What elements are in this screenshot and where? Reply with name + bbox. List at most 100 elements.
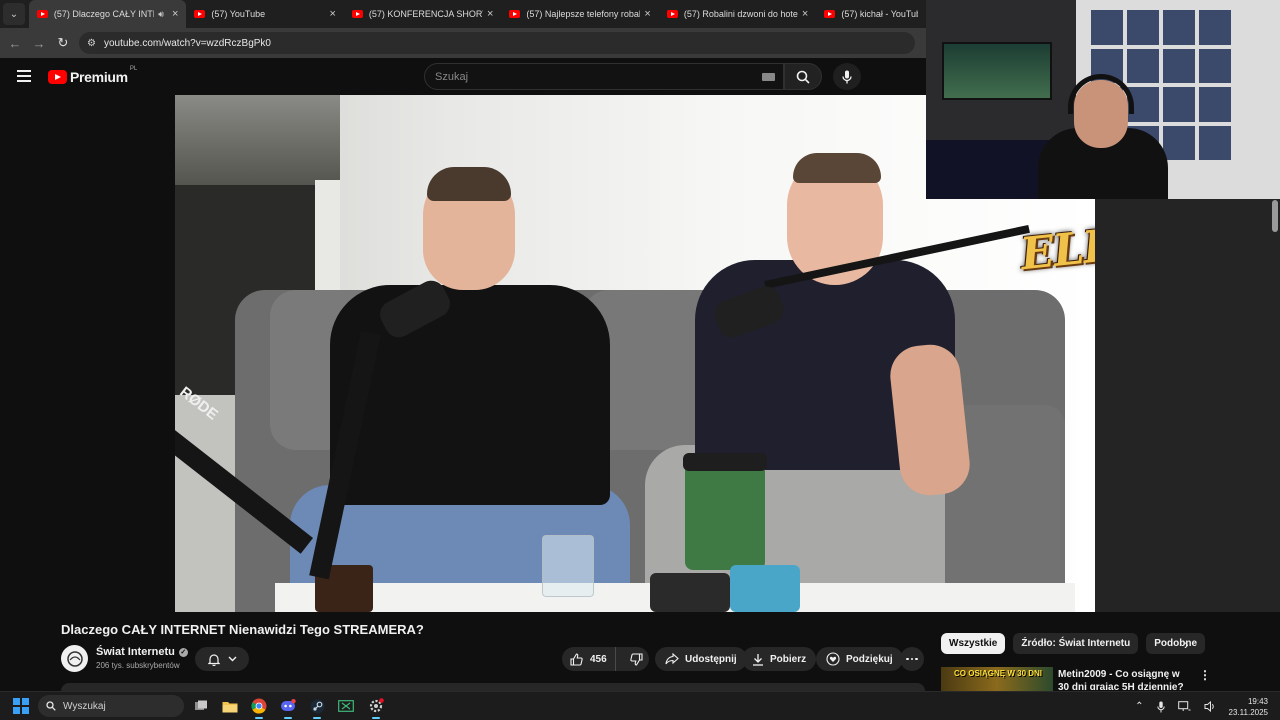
chip-related[interactable]: Podobne [1146, 633, 1206, 654]
search-button[interactable] [784, 63, 822, 90]
discord-icon[interactable] [278, 696, 298, 719]
download-label: Pobierz [770, 653, 807, 665]
folder-icon [222, 701, 238, 712]
tab-title: (57) KONFERENCJA SHORT PRI [368, 9, 483, 19]
sidebar-background [1095, 199, 1280, 612]
video-jar-blue [730, 565, 800, 612]
video-jar-dark [650, 573, 730, 612]
browser-tab-6[interactable]: (57) kichał - YouTube [816, 0, 926, 28]
keyboard-icon[interactable] [762, 72, 775, 81]
youtube-favicon-icon [36, 10, 48, 18]
tab-title: (57) YouTube [211, 9, 266, 19]
share-button[interactable]: Udostępnij [655, 647, 747, 671]
thumbs-up-icon [570, 652, 583, 666]
subscription-bell-button[interactable] [195, 647, 249, 671]
browser-tab-strip: ⌄ (57) Dlaczego CAŁY INTERN 🔊︎ × (57) Yo… [0, 0, 926, 28]
youtube-favicon-icon [509, 10, 521, 18]
video-jar-lid [683, 453, 767, 471]
url-field[interactable]: ⚙︎ youtube.com/watch?v=wzdRczBgPk0 [79, 32, 915, 54]
tab-title: (57) Najlepsze telefony robalina [526, 9, 641, 19]
search-input[interactable]: Szukaj [424, 63, 784, 90]
back-arrow-icon[interactable]: ← [3, 36, 27, 51]
search-icon [796, 70, 810, 84]
recommendation-thumbnail[interactable]: CO OSIĄGNĘ W 30 DNI [941, 667, 1053, 691]
chip-source-channel[interactable]: Źródło: Świat Internetu [1013, 633, 1139, 654]
download-button[interactable]: Pobierz [742, 647, 817, 671]
steam-icon[interactable] [307, 696, 327, 719]
site-info-icon[interactable]: ⚙︎ [87, 38, 96, 49]
screen: ⌄ (57) Dlaczego CAŁY INTERN 🔊︎ × (57) Yo… [0, 0, 1280, 720]
chevron-up-icon[interactable]: ⌃ [1135, 701, 1143, 712]
youtube-favicon-icon [351, 10, 363, 18]
task-view-icon[interactable] [191, 696, 211, 716]
video-glass [542, 535, 594, 597]
thumbs-down-icon [629, 652, 643, 666]
youtube-favicon-icon [824, 10, 836, 18]
browser-tab-1[interactable]: (57) Dlaczego CAŁY INTERN 🔊︎ × [28, 0, 187, 28]
close-tab-icon[interactable]: × [329, 8, 335, 20]
download-icon [753, 653, 763, 666]
browser-tab-2[interactable]: (57) YouTube × [186, 0, 343, 28]
video-shelf-top [175, 95, 340, 185]
browser-tab-5[interactable]: (57) Robalini dzwoni do hotelu × [659, 0, 816, 28]
file-explorer-icon[interactable] [220, 696, 240, 716]
speaker-icon[interactable]: 🔊︎ [158, 9, 164, 20]
thanks-heart-icon [826, 652, 840, 666]
like-dislike-group: 456 [562, 647, 649, 671]
microphone-icon[interactable] [1156, 701, 1165, 713]
webcam-aquarium [942, 42, 1052, 100]
address-bar-row: ← → ↻ ⚙︎ youtube.com/watch?v=wzdRczBgPk0 [0, 28, 926, 58]
video-person-left [330, 285, 610, 505]
like-button[interactable]: 456 [562, 647, 616, 671]
taskbar-clock[interactable]: 19:43 23.11.2025 [1229, 696, 1268, 718]
xbox-app-icon[interactable] [336, 696, 356, 716]
taskbar-search-input[interactable]: Wyszukaj [38, 695, 184, 717]
network-icon[interactable] [1177, 701, 1191, 712]
video-person-right-hair [793, 153, 881, 183]
recommendation-menu-icon[interactable]: ⋮ [1199, 668, 1211, 682]
chevron-down-icon [228, 656, 236, 662]
reload-icon[interactable]: ↻ [51, 35, 75, 51]
discord-logo-icon [281, 699, 296, 711]
youtube-logo[interactable]: Premium PL [48, 66, 137, 85]
close-tab-icon[interactable]: × [644, 8, 650, 20]
volume-icon[interactable] [1204, 701, 1216, 712]
browser-tab-3[interactable]: (57) KONFERENCJA SHORT PRI × [344, 0, 501, 28]
description-box[interactable] [61, 683, 925, 691]
recommendation-title[interactable]: Metin2009 - Co osiągnę w 30 dni grając 5… [1058, 668, 1190, 690]
close-tab-icon[interactable]: × [172, 8, 178, 20]
task-view-icon-glyph [195, 700, 207, 710]
like-count: 456 [590, 653, 607, 665]
close-tab-icon[interactable]: × [487, 8, 493, 20]
menu-icon[interactable] [17, 70, 31, 82]
tab-title: (57) Robalini dzwoni do hotelu [683, 9, 798, 19]
tab-title: (57) kichał - YouTube [841, 9, 918, 19]
close-tab-icon[interactable]: × [802, 8, 808, 20]
more-actions-button[interactable] [900, 647, 924, 671]
dislike-button[interactable] [622, 652, 651, 666]
channel-name[interactable]: Świat Internetu ✓ [96, 646, 188, 658]
windows-start-icon[interactable] [13, 698, 29, 714]
tab-search-button[interactable]: ⌄ [3, 3, 25, 25]
clock-time: 19:43 [1247, 696, 1268, 706]
forward-arrow-icon[interactable]: → [27, 36, 51, 51]
thanks-button[interactable]: Podziękuj [816, 647, 903, 671]
xbox-window-icon [338, 700, 354, 712]
search-placeholder: Szukaj [435, 70, 469, 83]
windows-taskbar: Wyszukaj ⌃ 19:43 23.11.2025 [0, 691, 1280, 720]
page-scrollbar[interactable] [1272, 200, 1278, 232]
video-person-left-hair [427, 167, 511, 201]
youtube-favicon-icon [194, 10, 206, 18]
channel-avatar[interactable] [61, 645, 88, 672]
app-gear-icon[interactable] [366, 696, 386, 719]
youtube-play-icon [48, 70, 67, 84]
chip-all[interactable]: Wszystkie [941, 633, 1006, 654]
channel-logo-icon [66, 650, 83, 667]
youtube-favicon-icon [666, 10, 678, 18]
tab-title: (57) Dlaczego CAŁY INTERN [53, 9, 154, 19]
chevron-right-icon[interactable]: › [1184, 636, 1189, 652]
youtube-masthead: Premium PL Szukaj [0, 58, 926, 96]
browser-tab-4[interactable]: (57) Najlepsze telefony robalina × [501, 0, 658, 28]
voice-search-button[interactable] [833, 63, 861, 90]
chrome-icon[interactable] [249, 696, 269, 719]
